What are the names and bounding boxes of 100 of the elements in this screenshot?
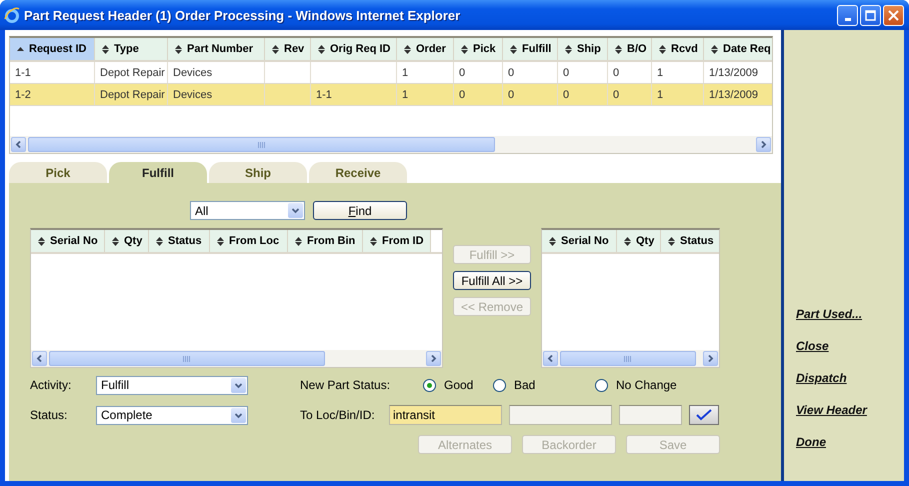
- status-dropdown[interactable]: Complete: [96, 406, 248, 424]
- minimize-button[interactable]: [837, 4, 858, 26]
- table-row[interactable]: 1-1 Depot Repair Devices 1 0 0 0 0 1 1/13/2009: [10, 62, 772, 84]
- scrollbar-thumb[interactable]: [560, 351, 696, 366]
- radio-option[interactable]: No Change: [595, 378, 677, 392]
- table-cell: Devices: [168, 62, 265, 83]
- table-cell: 0: [558, 62, 608, 83]
- table-cell: 1: [397, 62, 454, 83]
- sort-icon: [615, 44, 622, 54]
- scroll-left-button[interactable]: [32, 351, 47, 366]
- sort-icon: [217, 236, 224, 246]
- chevron-down-icon: [292, 207, 299, 214]
- column-header[interactable]: Ship: [558, 38, 608, 60]
- sort-icon: [510, 44, 517, 54]
- column-header[interactable]: Pick: [454, 38, 503, 60]
- column-header[interactable]: Serial No: [31, 230, 105, 252]
- column-header[interactable]: Order: [397, 38, 454, 60]
- sort-icon: [711, 44, 718, 54]
- radio-button[interactable]: [493, 378, 506, 392]
- tab[interactable]: Receive: [309, 162, 407, 183]
- table-cell: 0: [454, 62, 503, 83]
- scroll-right-button[interactable]: [703, 351, 718, 366]
- table-cell: 1-1: [10, 62, 95, 83]
- sort-icon: [668, 236, 675, 246]
- sidebar-link[interactable]: Close: [796, 338, 904, 354]
- column-header[interactable]: Qty: [617, 230, 661, 252]
- column-header[interactable]: Request ID: [10, 38, 95, 60]
- table-cell: 1: [652, 62, 704, 83]
- confirm-button[interactable]: [689, 405, 719, 425]
- column-header[interactable]: Qty: [105, 230, 149, 252]
- radio-button[interactable]: [595, 378, 608, 392]
- scroll-left-button[interactable]: [11, 137, 26, 152]
- sort-icon: [404, 44, 411, 54]
- radio-option[interactable]: Bad: [493, 378, 595, 392]
- chevron-left-icon: [36, 355, 43, 362]
- tab[interactable]: Ship: [209, 162, 307, 183]
- move-button[interactable]: Fulfill All >>: [453, 271, 531, 290]
- input-field[interactable]: [619, 405, 682, 425]
- filter-dropdown[interactable]: All: [190, 201, 305, 220]
- column-header[interactable]: B/O: [608, 38, 652, 60]
- scroll-right-button[interactable]: [756, 137, 771, 152]
- sort-icon: [370, 236, 377, 246]
- column-header[interactable]: Date Req: [704, 38, 772, 60]
- scroll-right-button[interactable]: [426, 351, 441, 366]
- maximize-button[interactable]: [860, 4, 881, 26]
- sidebar-link[interactable]: Dispatch: [796, 370, 904, 386]
- tab[interactable]: Pick: [9, 162, 107, 183]
- sort-icon: [156, 236, 163, 246]
- chevron-down-icon: [235, 382, 242, 388]
- column-header[interactable]: From Bin: [288, 230, 363, 252]
- radio-button[interactable]: [423, 378, 436, 392]
- table-cell: 0: [558, 84, 608, 105]
- input-field[interactable]: [509, 405, 612, 425]
- column-header[interactable]: Fulfill: [503, 38, 558, 60]
- field-label: Status:: [30, 408, 68, 422]
- sidebar-link[interactable]: Done: [796, 434, 904, 450]
- sort-icon: [659, 44, 666, 54]
- sort-ascending-icon: [17, 47, 24, 51]
- table-cell: 0: [608, 62, 652, 83]
- table-cell: 1: [652, 84, 704, 105]
- sidebar-link[interactable]: Part Used...: [796, 306, 904, 322]
- column-header[interactable]: Status: [149, 230, 210, 252]
- column-header[interactable]: Status: [661, 230, 719, 252]
- sort-icon: [461, 44, 468, 54]
- scrollbar-thumb[interactable]: [49, 351, 325, 366]
- scroll-left-button[interactable]: [543, 351, 558, 366]
- sort-icon: [102, 44, 109, 54]
- table-cell: Depot Repair: [95, 84, 168, 105]
- chevron-right-icon: [707, 355, 714, 362]
- grip-icon: [624, 356, 632, 362]
- grip-icon: [183, 356, 191, 362]
- window-title: Part Request Header (1) Order Processing - Windows Internet Explorer: [24, 8, 462, 22]
- radio-label: No Change: [616, 378, 677, 392]
- chevron-left-icon: [547, 355, 554, 362]
- chevron-right-icon: [760, 141, 767, 148]
- table-row[interactable]: 1-2 Depot Repair Devices 1-1 1 0 0 0 0 1 1/13/2009: [10, 84, 772, 106]
- column-header[interactable]: Rcvd: [652, 38, 704, 60]
- radio-label: Good: [444, 378, 474, 392]
- find-button[interactable]: Find: [313, 201, 407, 220]
- scrollbar-thumb[interactable]: [28, 137, 495, 152]
- column-header[interactable]: Type: [95, 38, 168, 60]
- table-cell: 1/13/2009: [704, 62, 772, 83]
- close-button[interactable]: [883, 4, 904, 26]
- radio-option[interactable]: Good: [423, 378, 493, 392]
- column-header[interactable]: Orig Req ID: [311, 38, 397, 60]
- column-header[interactable]: From ID: [363, 230, 431, 252]
- table-cell: 1: [397, 84, 454, 105]
- sidebar-link[interactable]: View Header: [796, 402, 904, 418]
- activity-dropdown[interactable]: Fulfill: [96, 376, 248, 394]
- column-header[interactable]: From Loc: [210, 230, 288, 252]
- column-header[interactable]: Rev: [265, 38, 311, 60]
- tab[interactable]: Fulfill: [109, 162, 207, 183]
- input-field[interactable]: intransit: [389, 405, 502, 425]
- table-cell: 1-2: [10, 84, 95, 105]
- sort-icon: [318, 44, 325, 54]
- browser-logo-icon: [4, 7, 20, 23]
- table-cell: 0: [608, 84, 652, 105]
- column-header[interactable]: Part Number: [168, 38, 265, 60]
- sort-icon: [295, 236, 302, 246]
- column-header[interactable]: Serial No: [542, 230, 617, 252]
